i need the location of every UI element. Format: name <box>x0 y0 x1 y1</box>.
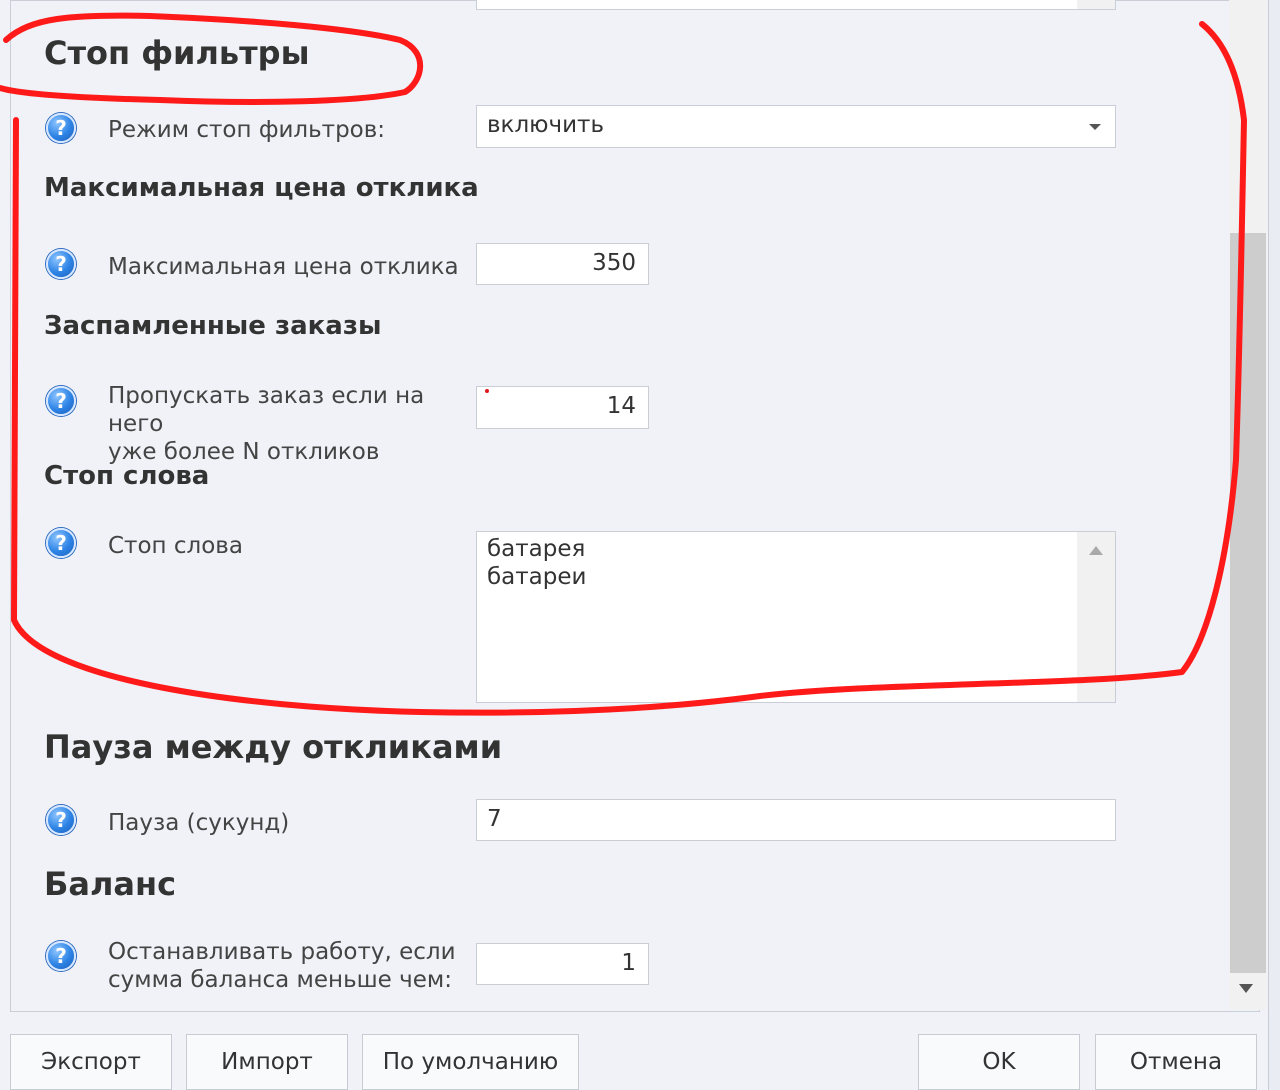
balance-value: 1 <box>621 950 636 976</box>
max-price-label: Максимальная цена отклика <box>108 254 459 280</box>
background-window-edge <box>1268 0 1280 1090</box>
section-title-spammed-orders: Заспамленные заказы <box>44 311 382 341</box>
export-button[interactable]: Экспорт <box>10 1034 172 1090</box>
stop-words-label: Стоп слова <box>108 533 243 559</box>
panel-scrollbar[interactable] <box>1229 0 1267 1010</box>
chevron-down-icon[interactable] <box>1089 124 1101 130</box>
scroll-down-icon[interactable] <box>1239 984 1253 993</box>
section-title-balance: Баланс <box>44 865 177 903</box>
balance-label-line1: Останавливать работу, если <box>108 939 456 965</box>
help-icon[interactable]: ? <box>46 528 76 558</box>
defaults-button[interactable]: По умолчанию <box>362 1034 579 1090</box>
scroll-up-icon[interactable] <box>1089 546 1103 555</box>
section-title-pause: Пауза между откликами <box>44 728 503 766</box>
spammed-orders-label: Пропускать заказ если на него уже более … <box>108 382 468 466</box>
textarea-scrollbar[interactable] <box>1077 532 1115 702</box>
balance-label-line2: сумма баланса меньше чем: <box>108 967 452 993</box>
balance-label: Останавливать работу, если сумма баланса… <box>108 938 468 994</box>
help-icon[interactable]: ? <box>46 386 76 416</box>
stop-filter-mode-select[interactable]: включить <box>476 105 1116 148</box>
settings-window: Стоп фильтры ? Режим стоп фильтров: вклю… <box>0 0 1280 1090</box>
help-icon[interactable]: ? <box>46 249 76 279</box>
previous-field-edge[interactable] <box>476 0 1116 10</box>
spammed-orders-label-line1: Пропускать заказ если на него <box>108 383 425 437</box>
required-marker <box>485 389 489 393</box>
max-price-value: 350 <box>592 250 636 276</box>
stop-word-line: батареи <box>487 564 587 590</box>
help-icon[interactable]: ? <box>46 113 76 143</box>
section-title-max-price: Максимальная цена отклика <box>44 173 479 203</box>
scrollbar-thumb[interactable] <box>1230 233 1266 973</box>
cancel-button[interactable]: Отмена <box>1095 1034 1257 1090</box>
stop-words-textarea[interactable]: батарея батареи <box>476 531 1116 703</box>
stop-filter-mode-value: включить <box>487 112 604 138</box>
section-title-stop-words: Стоп слова <box>44 461 210 491</box>
help-icon[interactable]: ? <box>46 805 76 835</box>
settings-panel <box>10 0 1260 1012</box>
pause-label: Пауза (сукунд) <box>108 810 290 836</box>
help-icon[interactable]: ? <box>46 941 76 971</box>
pause-value: 7 <box>487 806 502 832</box>
ok-button[interactable]: OK <box>918 1034 1080 1090</box>
section-title-stop-filters: Стоп фильтры <box>44 34 310 72</box>
balance-input[interactable]: 1 <box>476 943 649 985</box>
pause-input[interactable]: 7 <box>476 799 1116 841</box>
spammed-orders-value: 14 <box>606 393 636 419</box>
max-price-input[interactable]: 350 <box>476 243 649 285</box>
spammed-orders-input[interactable]: 14 <box>476 386 649 429</box>
stop-word-line: батарея <box>487 536 586 562</box>
stop-filter-mode-label: Режим стоп фильтров: <box>108 117 386 143</box>
import-button[interactable]: Импорт <box>186 1034 348 1090</box>
